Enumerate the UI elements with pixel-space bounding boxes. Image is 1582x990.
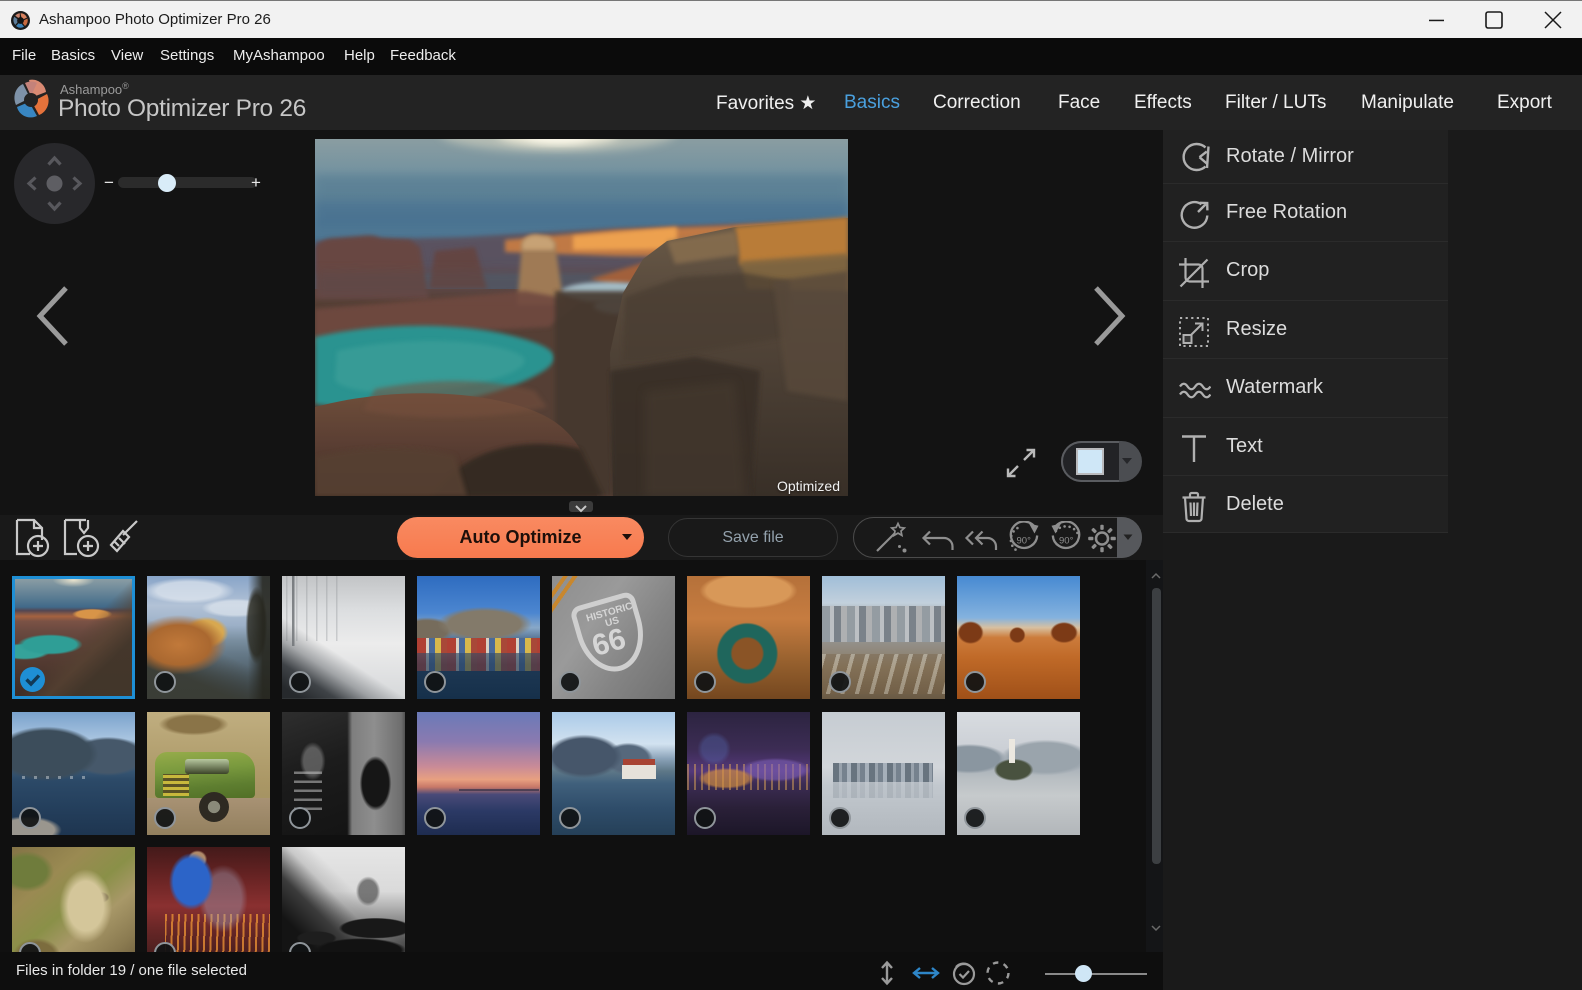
svg-text:90°: 90° [1017, 536, 1032, 547]
svg-text:90°: 90° [1059, 536, 1074, 547]
